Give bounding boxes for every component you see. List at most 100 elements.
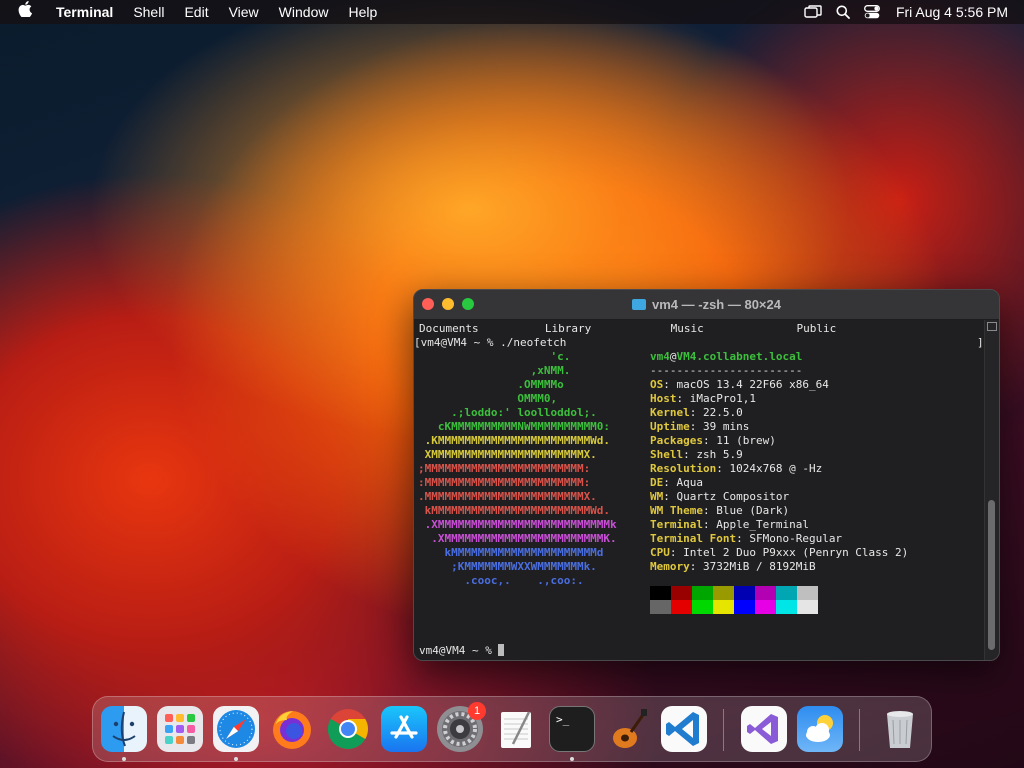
menu-view[interactable]: View	[219, 0, 269, 24]
menu-help[interactable]: Help	[338, 0, 387, 24]
control-center-icon[interactable]	[863, 5, 880, 19]
ascii-logo-line: .MMMMMMMMMMMMMMMMMMMMMMMMX.	[418, 490, 597, 503]
terminal-window: vm4 — -zsh — 80×24 Documents Library Mus…	[413, 289, 1000, 661]
finder-icon[interactable]	[101, 706, 147, 752]
info-row: WM: Quartz Compositor	[650, 490, 789, 504]
dock-separator	[723, 709, 724, 751]
color-swatch	[734, 586, 755, 600]
info-value: 39 mins	[703, 420, 750, 433]
color-swatch	[692, 586, 713, 600]
color-swatch	[755, 586, 776, 600]
firefox-icon[interactable]	[269, 706, 315, 752]
window-title: vm4 — -zsh — 80×24	[414, 290, 999, 319]
info-colon: :	[689, 406, 703, 419]
color-swatch	[797, 600, 818, 614]
color-swatch	[797, 586, 818, 600]
menu-window[interactable]: Window	[269, 0, 339, 24]
dock-separator-trash	[859, 709, 860, 751]
info-row: Host: iMacPro1,1	[650, 392, 756, 406]
vscode-icon[interactable]	[661, 706, 707, 752]
info-row: DE: Aqua	[650, 476, 703, 490]
info-row: Packages: 11 (brew)	[650, 434, 776, 448]
ascii-logo-line: .cooc,. .,coo:.	[418, 574, 584, 587]
info-colon: :	[676, 392, 690, 405]
info-row: WM Theme: Blue (Dark)	[650, 504, 789, 518]
visual-studio-icon[interactable]	[741, 706, 787, 752]
info-key: WM	[650, 490, 664, 503]
info-row: Kernel: 22.5.0	[650, 406, 743, 420]
scroll-split-icon[interactable]	[987, 322, 997, 331]
launchpad-icon[interactable]	[157, 706, 203, 752]
ascii-logo-line: .OMMMMo	[418, 378, 564, 391]
terminal-running-indicator	[570, 757, 574, 761]
info-colon: :	[663, 490, 677, 503]
user-host-line: vm4@VM4.collabnet.local	[650, 350, 802, 364]
menu-clock[interactable]: Fri Aug 4 5:56 PM	[896, 4, 1008, 20]
scrollbar-thumb[interactable]	[988, 500, 995, 650]
terminal-scrollbar[interactable]	[984, 320, 999, 660]
trash-icon[interactable]	[877, 706, 923, 752]
info-value: 1024x768 @ -Hz	[729, 462, 823, 475]
info-row: Terminal: Apple_Terminal	[650, 518, 809, 532]
finder-running-indicator	[122, 757, 126, 761]
search-icon[interactable]	[836, 5, 850, 19]
info-value: SFMono-Regular	[749, 532, 843, 545]
info-colon: :	[663, 378, 677, 391]
ascii-logo-line: .;loddo:' loolloddol;.	[418, 406, 597, 419]
info-key: Resolution	[650, 462, 717, 475]
color-swatch	[671, 600, 692, 614]
chrome-icon[interactable]	[325, 706, 371, 752]
info-key: WM Theme	[650, 504, 703, 517]
color-swatch	[755, 600, 776, 614]
info-key: Host	[650, 392, 677, 405]
ascii-logo-line: kMMMMMMMMMMMMMMMMMMMMMMd	[418, 546, 604, 559]
info-value: 3732MiB / 8192MiB	[703, 560, 816, 573]
safari-icon[interactable]	[213, 706, 259, 752]
info-colon: :	[702, 518, 717, 531]
info-row: CPU: Intel 2 Duo P9xxx (Penryn Class 2)	[650, 546, 908, 560]
ascii-logo-line: .XMMMMMMMMMMMMMMMMMMMMMMMMK.	[418, 532, 617, 545]
menu-app-name[interactable]: Terminal	[46, 0, 123, 24]
folder-icon	[632, 299, 646, 310]
info-value: iMacPro1,1	[689, 392, 756, 405]
info-value: 11 (brew)	[716, 434, 776, 447]
ascii-logo-line: ,xNMM.	[418, 364, 571, 377]
color-swatch	[692, 600, 713, 614]
terminal-title-bar[interactable]: vm4 — -zsh — 80×24	[414, 290, 999, 320]
textedit-icon[interactable]	[493, 706, 539, 752]
info-value: Aqua	[676, 476, 704, 489]
info-colon: :	[689, 420, 703, 433]
ascii-logo-line: ;MMMMMMMMMMMMMMMMMMMMMMMM:	[418, 462, 591, 475]
safari-running-indicator	[234, 757, 238, 761]
info-key: Shell	[650, 448, 684, 461]
info-key: CPU	[650, 546, 670, 559]
info-colon: :	[702, 434, 717, 447]
ascii-logo-line: ;KMMMMMMMWXXWMMMMMMMk.	[418, 560, 597, 573]
color-swatch	[713, 600, 734, 614]
terminal-icon-glyph: >_	[556, 713, 570, 726]
info-value: Apple_Terminal	[716, 518, 809, 531]
color-swatch	[734, 600, 755, 614]
info-value: Quartz Compositor	[676, 490, 790, 503]
info-value: Intel 2 Duo P9xxx (Penryn Class 2)	[683, 546, 909, 559]
menu-shell[interactable]: Shell	[123, 0, 174, 24]
terminal-content[interactable]: Documents Library Music Public [vm4@VM4 …	[414, 320, 987, 660]
dock: 1 >_	[92, 696, 932, 762]
color-swatch	[671, 586, 692, 600]
menu-edit[interactable]: Edit	[174, 0, 218, 24]
terminal-icon[interactable]: >_	[549, 706, 595, 752]
info-row: Terminal Font: SFMono-Regular	[650, 532, 842, 546]
final-prompt-line: vm4@VM4 ~ %	[419, 644, 505, 658]
weather-icon[interactable]	[797, 706, 843, 752]
garageband-icon[interactable]	[605, 706, 651, 752]
info-key: Memory	[650, 560, 690, 573]
at-sign: @	[669, 350, 677, 363]
apple-menu-icon[interactable]	[0, 0, 46, 24]
info-colon: :	[669, 546, 684, 559]
info-colon: :	[683, 448, 697, 461]
info-colon: :	[663, 476, 677, 489]
info-key: Uptime	[650, 420, 690, 433]
screen-mirroring-icon[interactable]	[804, 5, 822, 19]
color-swatch	[713, 586, 734, 600]
app-store-icon[interactable]	[381, 706, 427, 752]
